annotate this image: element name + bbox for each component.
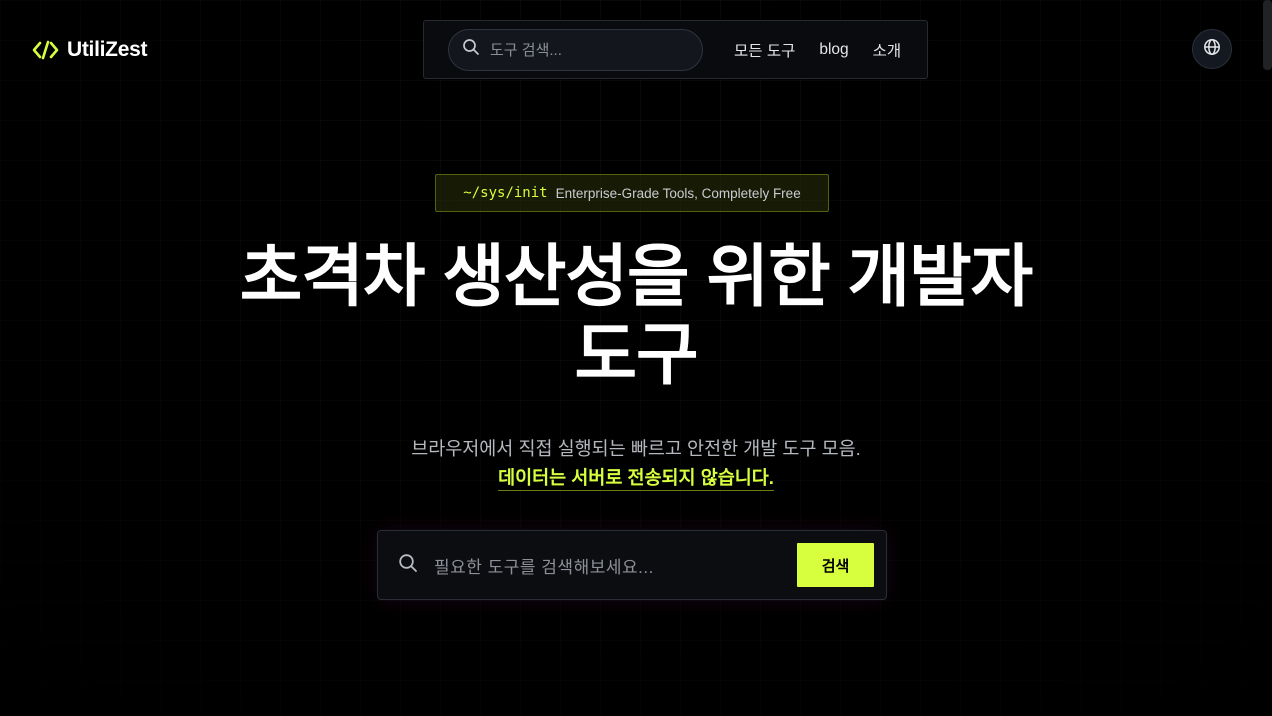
hero-title: 초격차 생산성을 위한 개발자 도구 [186, 238, 1086, 394]
language-button[interactable] [1192, 29, 1232, 69]
hero-title-line2: 도구 [574, 317, 698, 393]
scrollbar-thumb[interactable] [1263, 0, 1272, 70]
main-search-bar[interactable]: 필요한 도구를 검색해보세요... 검색 [377, 530, 887, 600]
brand-name: UtiliZest [67, 38, 148, 61]
badge-code: ~/sys/init [463, 185, 548, 201]
search-icon [462, 38, 480, 61]
page: UtiliZest 도구 검색... 모든 도구 blog 소개 ~/sys/i… [0, 0, 1272, 716]
hero-highlight-wrap: 데이터는 서버로 전송되지 않습니다. [236, 464, 1036, 491]
search-button[interactable]: 검색 [797, 543, 874, 587]
nav-links: 모든 도구 blog 소개 [734, 39, 901, 61]
content: UtiliZest 도구 검색... 모든 도구 blog 소개 ~/sys/i… [0, 0, 1272, 716]
code-icon [32, 39, 59, 61]
hero-highlight: 데이터는 서버로 전송되지 않습니다. [498, 467, 774, 491]
nav-link-all-tools[interactable]: 모든 도구 [734, 39, 795, 61]
init-badge: ~/sys/init Enterprise-Grade Tools, Compl… [435, 174, 829, 212]
globe-icon [1203, 38, 1221, 61]
nav-search-input[interactable]: 도구 검색... [448, 28, 703, 71]
hero-title-line1: 초격차 생산성을 위한 개발자 [239, 239, 1033, 315]
nav-link-about[interactable]: 소개 [873, 39, 902, 61]
search-icon [398, 553, 418, 578]
hero-subtitle: 브라우저에서 직접 실행되는 빠르고 안전한 개발 도구 모음. [411, 438, 861, 459]
nav-search-placeholder: 도구 검색... [490, 42, 562, 59]
main-search-input[interactable]: 필요한 도구를 검색해보세요... [434, 553, 797, 578]
top-nav: 도구 검색... 모든 도구 blog 소개 [423, 20, 928, 79]
nav-link-blog[interactable]: blog [819, 41, 848, 59]
badge-text: Enterprise-Grade Tools, Completely Free [555, 185, 801, 201]
brand-logo[interactable]: UtiliZest [32, 36, 147, 64]
